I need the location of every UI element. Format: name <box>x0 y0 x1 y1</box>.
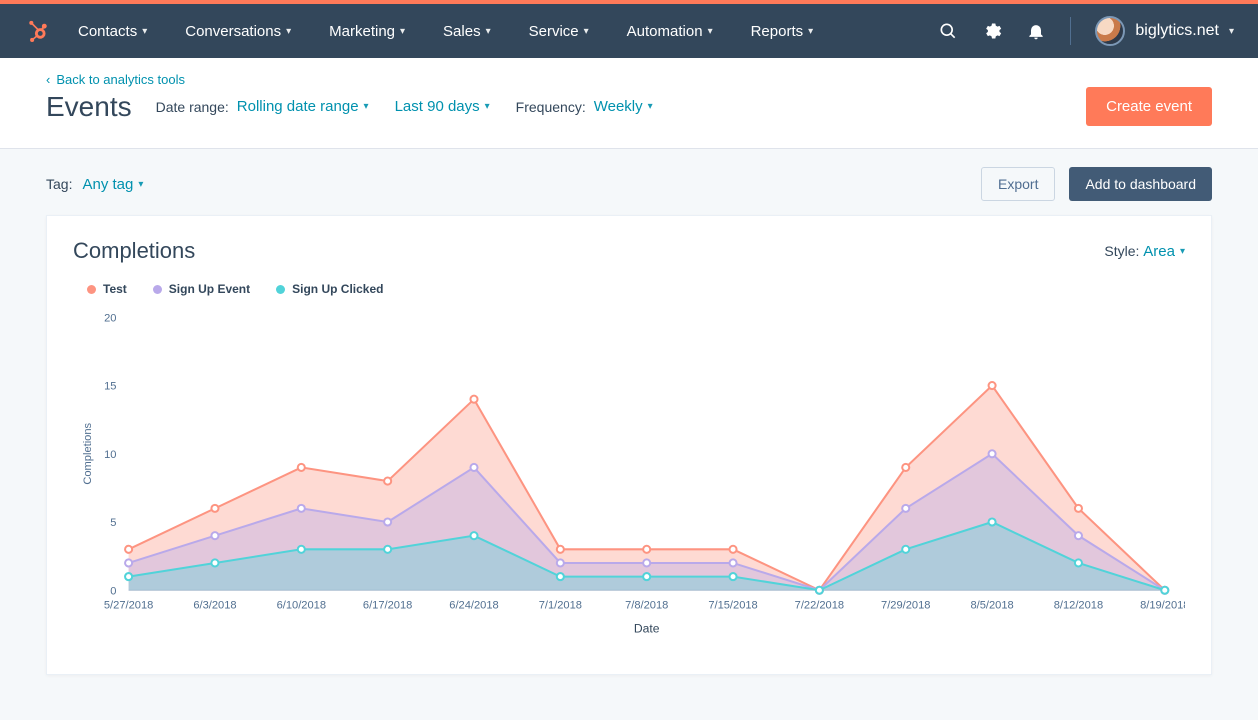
svg-text:15: 15 <box>104 381 116 393</box>
date-range-label: Date range: <box>156 99 229 115</box>
account-menu[interactable]: biglytics.net ▾ <box>1095 16 1234 46</box>
nav-item-label: Conversations <box>185 23 281 40</box>
account-name: biglytics.net <box>1135 22 1219 40</box>
chevron-down-icon: ▾ <box>584 26 589 37</box>
nav-item-automation[interactable]: Automation ▾ <box>627 23 713 40</box>
frequency-dropdown[interactable]: Weekly ▾ <box>594 98 653 115</box>
notifications-bell-icon[interactable] <box>1026 21 1046 41</box>
nav-item-label: Service <box>529 23 579 40</box>
nav-item-contacts[interactable]: Contacts ▾ <box>78 23 147 40</box>
nav-item-reports[interactable]: Reports ▾ <box>751 23 814 40</box>
nav-right: biglytics.net ▾ <box>938 16 1234 46</box>
nav-item-label: Marketing <box>329 23 395 40</box>
chart-area: 0 5 10 15 20 5/27/2018 6/3/2018 6/10/2018 6/17/2… <box>73 304 1185 644</box>
add-to-dashboard-button[interactable]: Add to dashboard <box>1069 167 1212 201</box>
chevron-down-icon: ▾ <box>138 179 143 190</box>
svg-text:20: 20 <box>104 312 116 324</box>
completions-chart: 0 5 10 15 20 5/27/2018 6/3/2018 6/10/2018 6/17/2… <box>73 304 1185 644</box>
svg-text:5: 5 <box>110 517 116 529</box>
chevron-left-icon: ‹ <box>46 72 50 87</box>
nav-item-sales[interactable]: Sales ▾ <box>443 23 491 40</box>
nav-item-label: Sales <box>443 23 481 40</box>
chevron-down-icon: ▾ <box>286 26 291 37</box>
hubspot-logo-icon[interactable] <box>24 18 50 44</box>
date-range-value: Rolling date range <box>237 98 359 115</box>
legend-item[interactable]: Test <box>87 282 127 296</box>
svg-text:7/1/2018: 7/1/2018 <box>539 599 582 611</box>
sub-header-row: Events Date range: Rolling date range ▾ … <box>46 87 1212 126</box>
legend-label: Sign Up Event <box>169 282 250 296</box>
style-label: Style: <box>1104 243 1139 259</box>
svg-text:Completions: Completions <box>82 422 94 484</box>
tag-label: Tag: <box>46 176 72 192</box>
back-link[interactable]: ‹ Back to analytics tools <box>46 72 1212 87</box>
last-period-dropdown[interactable]: Last 90 days ▾ <box>395 98 490 115</box>
date-range-dropdown[interactable]: Rolling date range ▾ <box>237 98 369 115</box>
legend-swatch <box>276 285 285 294</box>
svg-text:8/5/2018: 8/5/2018 <box>970 599 1013 611</box>
tag-dropdown[interactable]: Any tag ▾ <box>82 176 143 193</box>
legend-swatch <box>153 285 162 294</box>
frequency-value: Weekly <box>594 98 643 115</box>
chart-legend: Test Sign Up Event Sign Up Clicked <box>87 282 1185 296</box>
toolbar: Tag: Any tag ▾ Export Add to dashboard <box>0 149 1258 215</box>
settings-gear-icon[interactable] <box>982 21 1002 41</box>
main-nav: Contacts▾Conversations▾Marketing▾Sales▾S… <box>0 4 1258 58</box>
card-title: Completions <box>73 238 195 264</box>
legend-item[interactable]: Sign Up Event <box>153 282 250 296</box>
svg-text:6/24/2018: 6/24/2018 <box>449 599 498 611</box>
svg-text:Date: Date <box>634 622 660 636</box>
chevron-down-icon: ▾ <box>142 26 147 37</box>
svg-text:6/17/2018: 6/17/2018 <box>363 599 412 611</box>
page-title: Events <box>46 91 132 123</box>
legend-swatch <box>87 285 96 294</box>
chevron-down-icon: ▾ <box>485 101 490 112</box>
chevron-down-icon: ▾ <box>364 101 369 112</box>
legend-item[interactable]: Sign Up Clicked <box>276 282 383 296</box>
chevron-down-icon: ▾ <box>648 101 653 112</box>
svg-text:7/8/2018: 7/8/2018 <box>625 599 668 611</box>
search-icon[interactable] <box>938 21 958 41</box>
back-link-text: Back to analytics tools <box>56 72 185 87</box>
style-dropdown[interactable]: Area ▾ <box>1143 243 1185 260</box>
chevron-down-icon: ▾ <box>708 26 713 37</box>
legend-label: Sign Up Clicked <box>292 282 383 296</box>
frequency-label: Frequency: <box>516 99 586 115</box>
tag-value: Any tag <box>82 176 133 193</box>
svg-text:8/12/2018: 8/12/2018 <box>1054 599 1103 611</box>
nav-items: Contacts▾Conversations▾Marketing▾Sales▾S… <box>78 23 938 40</box>
nav-item-marketing[interactable]: Marketing ▾ <box>329 23 405 40</box>
nav-item-service[interactable]: Service ▾ <box>529 23 589 40</box>
svg-text:6/10/2018: 6/10/2018 <box>277 599 326 611</box>
svg-text:0: 0 <box>110 585 116 597</box>
create-event-button[interactable]: Create event <box>1086 87 1212 126</box>
svg-text:6/3/2018: 6/3/2018 <box>193 599 236 611</box>
nav-item-conversations[interactable]: Conversations ▾ <box>185 23 291 40</box>
export-button[interactable]: Export <box>981 167 1055 201</box>
legend-label: Test <box>103 282 127 296</box>
chart-card: Completions Style: Area ▾ Test Sign Up Ev… <box>46 215 1212 675</box>
svg-text:5/27/2018: 5/27/2018 <box>104 599 153 611</box>
chevron-down-icon: ▾ <box>1180 246 1185 257</box>
card-header: Completions Style: Area ▾ <box>73 238 1185 264</box>
nav-divider <box>1070 17 1071 45</box>
chevron-down-icon: ▾ <box>808 26 813 37</box>
avatar <box>1095 16 1125 46</box>
chevron-down-icon: ▾ <box>400 26 405 37</box>
svg-text:7/29/2018: 7/29/2018 <box>881 599 930 611</box>
last-period-value: Last 90 days <box>395 98 480 115</box>
svg-text:7/15/2018: 7/15/2018 <box>708 599 757 611</box>
style-control: Style: Area ▾ <box>1104 243 1185 260</box>
svg-text:10: 10 <box>104 449 116 461</box>
style-value: Area <box>1143 243 1175 260</box>
svg-text:8/19/2018: 8/19/2018 <box>1140 599 1185 611</box>
chevron-down-icon: ▾ <box>1229 26 1234 37</box>
svg-text:7/22/2018: 7/22/2018 <box>795 599 844 611</box>
chevron-down-icon: ▾ <box>486 26 491 37</box>
nav-item-label: Automation <box>627 23 703 40</box>
nav-item-label: Reports <box>751 23 804 40</box>
nav-item-label: Contacts <box>78 23 137 40</box>
sub-header: ‹ Back to analytics tools Events Date ra… <box>0 58 1258 149</box>
